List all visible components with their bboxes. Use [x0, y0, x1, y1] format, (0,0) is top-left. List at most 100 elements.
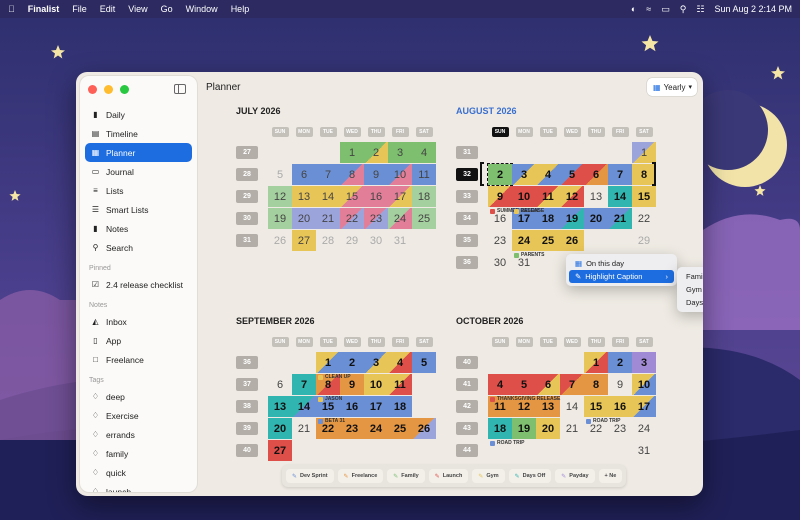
- day-cell[interactable]: 26: [268, 230, 292, 251]
- legend-chip[interactable]: ✎ Gym: [472, 469, 505, 483]
- day-cell[interactable]: 13: [292, 186, 316, 207]
- sidebar-toggle-icon[interactable]: [174, 84, 186, 94]
- day-cell[interactable]: 26: [412, 418, 436, 439]
- week-number[interactable]: 41: [456, 378, 478, 391]
- sidebar-note-freelance[interactable]: □ Freelance: [85, 350, 192, 369]
- day-cell[interactable]: 26: [560, 230, 584, 251]
- day-cell[interactable]: 28: [316, 230, 340, 251]
- day-cell[interactable]: 9: [488, 186, 512, 207]
- zoom-button[interactable]: [120, 85, 129, 94]
- sidebar-item-notes[interactable]: ▮ Notes: [85, 219, 192, 238]
- sidebar-item-daily[interactable]: ▮ Daily: [85, 105, 192, 124]
- day-cell[interactable]: 9: [608, 374, 632, 395]
- day-cell[interactable]: 29: [632, 230, 656, 251]
- legend-chip[interactable]: ✎ Launch: [428, 469, 469, 483]
- event-caption[interactable]: PARENTS: [514, 252, 545, 259]
- view-selector[interactable]: ▦ Yearly ▾: [647, 78, 697, 96]
- day-cell[interactable]: 6: [584, 164, 608, 185]
- day-cell[interactable]: 10: [388, 164, 412, 185]
- week-number[interactable]: 42: [456, 400, 478, 413]
- day-cell[interactable]: 6: [536, 374, 560, 395]
- day-cell[interactable]: 25: [388, 418, 412, 439]
- day-cell[interactable]: 5: [560, 164, 584, 185]
- day-cell[interactable]: 16: [364, 186, 388, 207]
- day-cell[interactable]: 4: [536, 164, 560, 185]
- day-cell[interactable]: 14: [292, 396, 316, 417]
- day-cell[interactable]: 1: [632, 142, 656, 163]
- day-cell[interactable]: 14: [316, 186, 340, 207]
- week-number[interactable]: 33: [456, 190, 478, 203]
- day-cell[interactable]: 17: [632, 396, 656, 417]
- day-cell[interactable]: 17: [364, 396, 388, 417]
- day-cell[interactable]: 2: [340, 352, 364, 373]
- day-cell[interactable]: 4: [388, 352, 412, 373]
- week-number[interactable]: 31: [236, 234, 258, 247]
- sidebar-pinned-2-4-release-checklist[interactable]: ☑ 2.4 release checklist: [85, 275, 192, 294]
- event-caption[interactable]: JASON: [514, 208, 538, 215]
- week-number[interactable]: 40: [236, 444, 258, 457]
- day-cell[interactable]: 16: [608, 396, 632, 417]
- day-cell[interactable]: 3: [388, 142, 412, 163]
- day-cell[interactable]: 2: [487, 163, 513, 186]
- day-cell[interactable]: 20: [584, 208, 608, 229]
- day-cell[interactable]: 18: [388, 396, 412, 417]
- day-cell[interactable]: 31: [632, 440, 656, 461]
- day-cell[interactable]: 6: [292, 164, 316, 185]
- day-cell[interactable]: 30: [364, 230, 388, 251]
- day-cell[interactable]: 5: [512, 374, 536, 395]
- week-number[interactable]: 32: [456, 168, 478, 181]
- day-cell[interactable]: 20: [292, 208, 316, 229]
- day-cell[interactable]: 21: [560, 418, 584, 439]
- battery-icon[interactable]: ▭: [661, 4, 670, 15]
- day-cell[interactable]: 30: [488, 252, 512, 273]
- day-cell[interactable]: 5: [268, 164, 292, 185]
- week-number[interactable]: 31: [456, 146, 478, 159]
- day-cell[interactable]: 8: [584, 374, 608, 395]
- sidebar-tag-errands[interactable]: ♢ errands: [85, 425, 192, 444]
- day-cell[interactable]: 10: [364, 374, 388, 395]
- day-cell[interactable]: 25: [536, 230, 560, 251]
- sidebar-item-journal[interactable]: ▭ Journal: [85, 162, 192, 181]
- day-cell[interactable]: 6: [268, 374, 292, 395]
- day-cell[interactable]: 21: [292, 418, 316, 439]
- day-cell[interactable]: 10: [512, 186, 536, 207]
- event-caption[interactable]: JASON: [318, 396, 342, 403]
- week-number[interactable]: 34: [456, 212, 478, 225]
- day-cell[interactable]: 24: [364, 418, 388, 439]
- submenu-item-days-off[interactable]: Days Off: [680, 296, 703, 309]
- day-cell[interactable]: 17: [388, 186, 412, 207]
- sidebar-item-timeline[interactable]: ▤ Timeline: [85, 124, 192, 143]
- sidebar-item-lists[interactable]: ≡ Lists: [85, 181, 192, 200]
- sidebar-tag-launch[interactable]: ♢ launch: [85, 482, 192, 493]
- wifi-icon[interactable]: ≈: [646, 4, 651, 14]
- week-number[interactable]: 36: [236, 356, 258, 369]
- menu-item-highlight-caption[interactable]: ✎ Highlight Caption ›: [569, 270, 674, 283]
- week-number[interactable]: 35: [456, 234, 478, 247]
- minimize-button[interactable]: [104, 85, 113, 94]
- submenu-item-gym[interactable]: Gym: [680, 283, 703, 296]
- week-number[interactable]: 28: [236, 168, 258, 181]
- day-cell[interactable]: 24: [632, 418, 656, 439]
- day-cell[interactable]: 8: [340, 164, 364, 185]
- event-caption[interactable]: BETA 31: [318, 418, 345, 425]
- legend-chip[interactable]: ✎ Family: [387, 469, 425, 483]
- legend-chip[interactable]: + Ne: [598, 469, 623, 483]
- sidebar-note-app[interactable]: ▯ App: [85, 331, 192, 350]
- day-cell[interactable]: 23: [488, 230, 512, 251]
- sidebar-note-inbox[interactable]: ◭ Inbox: [85, 312, 192, 331]
- week-number[interactable]: 30: [236, 212, 258, 225]
- week-number[interactable]: 39: [236, 422, 258, 435]
- menu-window[interactable]: Window: [186, 4, 218, 14]
- event-caption[interactable]: ROAD TRIP: [586, 418, 621, 425]
- menu-help[interactable]: Help: [231, 4, 250, 14]
- day-cell[interactable]: 2: [364, 142, 388, 163]
- day-cell[interactable]: 14: [608, 186, 632, 207]
- day-cell[interactable]: 12: [560, 186, 584, 207]
- day-cell[interactable]: 14: [560, 396, 584, 417]
- day-cell[interactable]: 1: [316, 352, 340, 373]
- legend-chip[interactable]: ✎ Dev Sprint: [286, 469, 334, 483]
- week-number[interactable]: 29: [236, 190, 258, 203]
- day-cell[interactable]: 24: [388, 208, 412, 229]
- day-cell[interactable]: 7: [560, 374, 584, 395]
- day-cell[interactable]: 16: [340, 396, 364, 417]
